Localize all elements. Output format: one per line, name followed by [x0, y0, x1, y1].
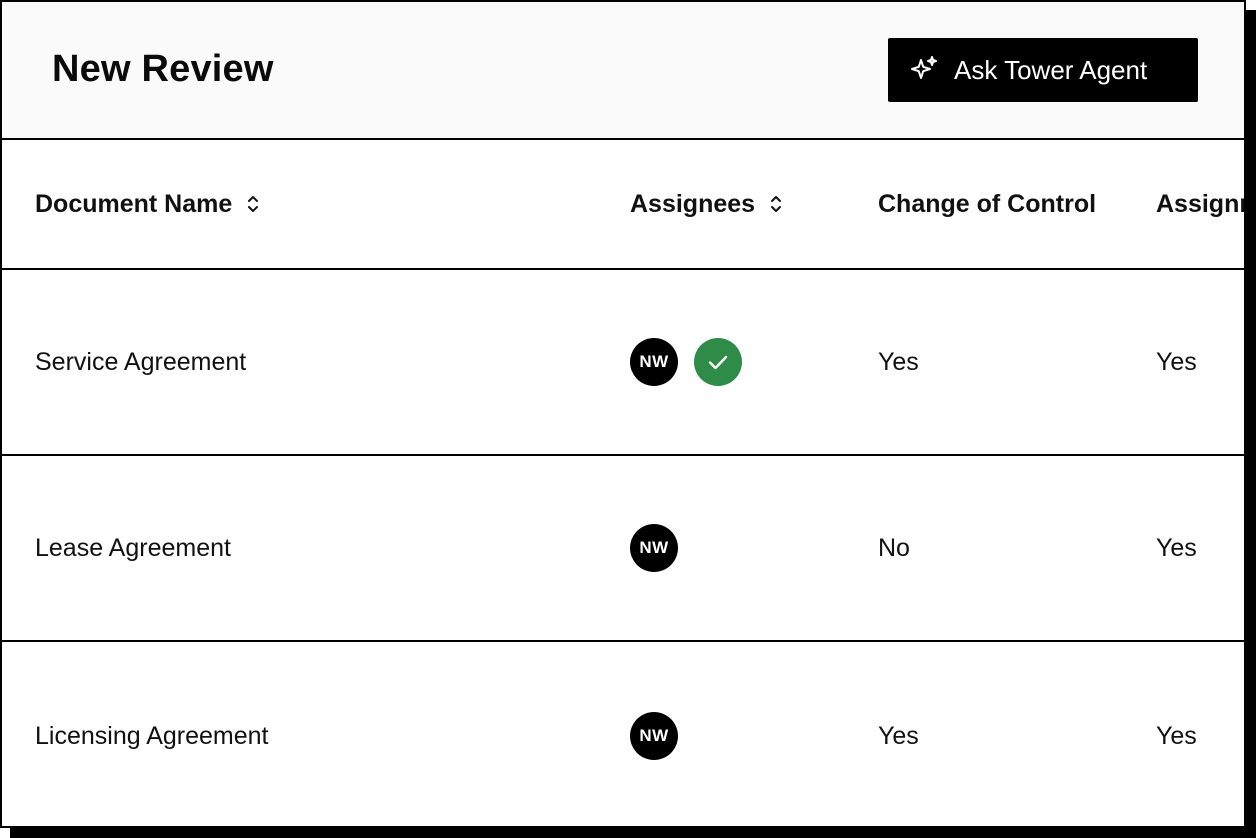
change-of-control-cell: Yes	[878, 721, 919, 750]
column-header-document-name[interactable]: Document Name	[35, 140, 260, 268]
assignment-cell: Yes	[1156, 347, 1197, 376]
approved-check-icon	[694, 338, 742, 386]
sparkles-icon	[908, 54, 940, 86]
table-row[interactable]: Lease Agreement NW No Yes	[2, 456, 1244, 642]
ask-tower-agent-label: Ask Tower Agent	[954, 54, 1148, 85]
column-header-assignees[interactable]: Assignees	[630, 140, 783, 268]
assignees-cell: NW	[630, 270, 742, 454]
column-header-label: Assignees	[630, 189, 756, 218]
assignment-cell: Yes	[1156, 533, 1197, 562]
change-of-control-cell: No	[878, 533, 910, 562]
column-header-label: Document Name	[35, 189, 233, 218]
document-name-cell[interactable]: Service Agreement	[35, 270, 246, 454]
assignees-cell: NW	[630, 456, 678, 640]
avatar[interactable]: NW	[630, 524, 678, 572]
avatar[interactable]: NW	[630, 712, 678, 760]
change-of-control-cell: Yes	[878, 347, 919, 376]
assignees-cell: NW	[630, 642, 678, 826]
review-card: New Review Ask Tower Agent Document Name	[0, 0, 1246, 828]
column-header-change-of-control: Change of Control	[878, 140, 1096, 268]
sort-icon[interactable]	[769, 194, 783, 214]
assignment-cell: Yes	[1156, 721, 1197, 750]
column-header-label: Change of Control	[878, 189, 1097, 218]
table-header-row: Document Name Assignees Change of Contro…	[2, 140, 1244, 270]
page-title: New Review	[52, 48, 274, 90]
review-header: New Review Ask Tower Agent	[2, 2, 1244, 140]
documents-table: Document Name Assignees Change of Contro…	[2, 140, 1244, 826]
column-header-assignment: Assignm	[1156, 140, 1244, 268]
column-header-label: Assignm	[1156, 189, 1244, 218]
ask-tower-agent-button[interactable]: Ask Tower Agent	[888, 38, 1198, 102]
document-name-cell[interactable]: Licensing Agreement	[35, 642, 268, 826]
document-name-cell[interactable]: Lease Agreement	[35, 456, 231, 640]
sort-icon[interactable]	[246, 194, 260, 214]
avatar[interactable]: NW	[630, 338, 678, 386]
table-row[interactable]: Licensing Agreement NW Yes Yes	[2, 642, 1244, 826]
table-row[interactable]: Service Agreement NW Yes Yes	[2, 270, 1244, 456]
